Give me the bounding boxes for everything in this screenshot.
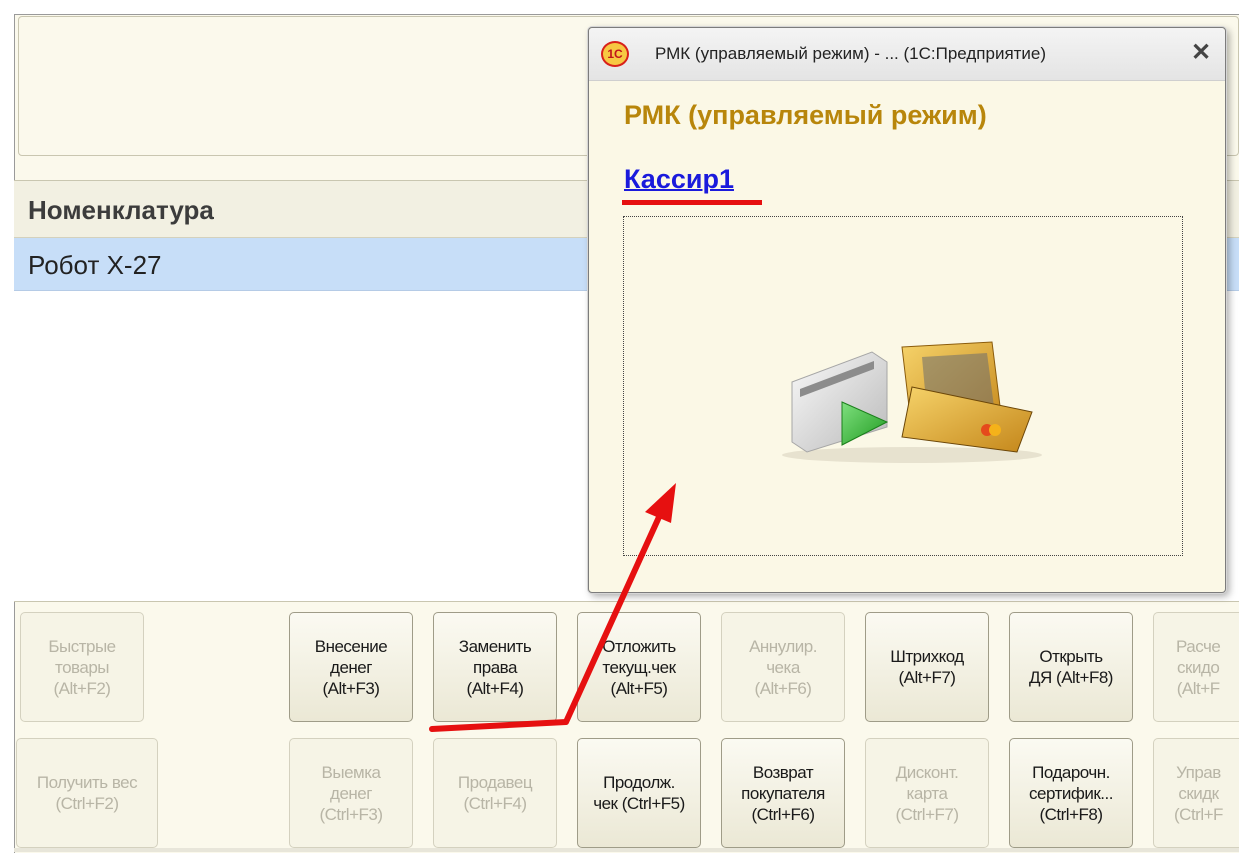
seller-button[interactable]: Продавец (Ctrl+F4) — [433, 738, 557, 848]
cashier-link[interactable]: Кассир1 — [624, 164, 734, 195]
customer-return-button[interactable]: Возврат покупателя (Ctrl+F6) — [721, 738, 845, 848]
cell-nomenclature: Робот Х-27 — [28, 250, 162, 280]
image-area[interactable] — [623, 216, 1183, 556]
dialog-title: РМК (управляемый режим) - ... (1С:Предпр… — [655, 44, 1047, 63]
manage-discounts-button[interactable]: Управ скидк (Ctrl+F — [1153, 738, 1239, 848]
annotation-underline — [622, 200, 762, 205]
continue-receipt-button[interactable]: Продолж. чек (Ctrl+F5) — [577, 738, 701, 848]
open-drawer-button[interactable]: Открыть ДЯ (Alt+F8) — [1009, 612, 1133, 722]
rmk-dialog: 1С РМК (управляемый режим) - ... (1С:Пре… — [588, 27, 1226, 593]
cash-in-button[interactable]: Внесение денег (Alt+F3) — [289, 612, 413, 722]
gift-certificate-button[interactable]: Подарочн. сертифик... (Ctrl+F8) — [1009, 738, 1133, 848]
column-header-nomenclature[interactable]: Номенклатура — [28, 195, 214, 226]
get-weight-button[interactable]: Получить вес (Ctrl+F2) — [16, 738, 158, 848]
change-rights-button[interactable]: Заменить права (Alt+F4) — [433, 612, 557, 722]
cancel-receipt-button[interactable]: Аннулир. чека (Alt+F6) — [721, 612, 845, 722]
bottom-edge — [14, 848, 1239, 852]
dialog-titlebar[interactable]: 1С РМК (управляемый режим) - ... (1С:Пре… — [589, 28, 1225, 81]
cash-out-button[interactable]: Выемка денег (Ctrl+F3) — [289, 738, 413, 848]
1c-logo-icon: 1С — [601, 41, 629, 67]
calc-discounts-button[interactable]: Расче скидо (Alt+F — [1153, 612, 1239, 722]
card-reader-icon — [782, 341, 1042, 463]
right-edge-strip — [1228, 20, 1239, 840]
postpone-receipt-button[interactable]: Отложить текущ.чек (Alt+F5) — [577, 612, 701, 722]
close-icon[interactable]: ✕ — [1187, 38, 1215, 68]
quick-goods-button[interactable]: Быстрые товары (Alt+F2) — [20, 612, 144, 722]
dialog-heading: РМК (управляемый режим) — [624, 100, 987, 130]
barcode-button[interactable]: Штрихкод (Alt+F7) — [865, 612, 989, 722]
discount-card-button[interactable]: Дисконт. карта (Ctrl+F7) — [865, 738, 989, 848]
